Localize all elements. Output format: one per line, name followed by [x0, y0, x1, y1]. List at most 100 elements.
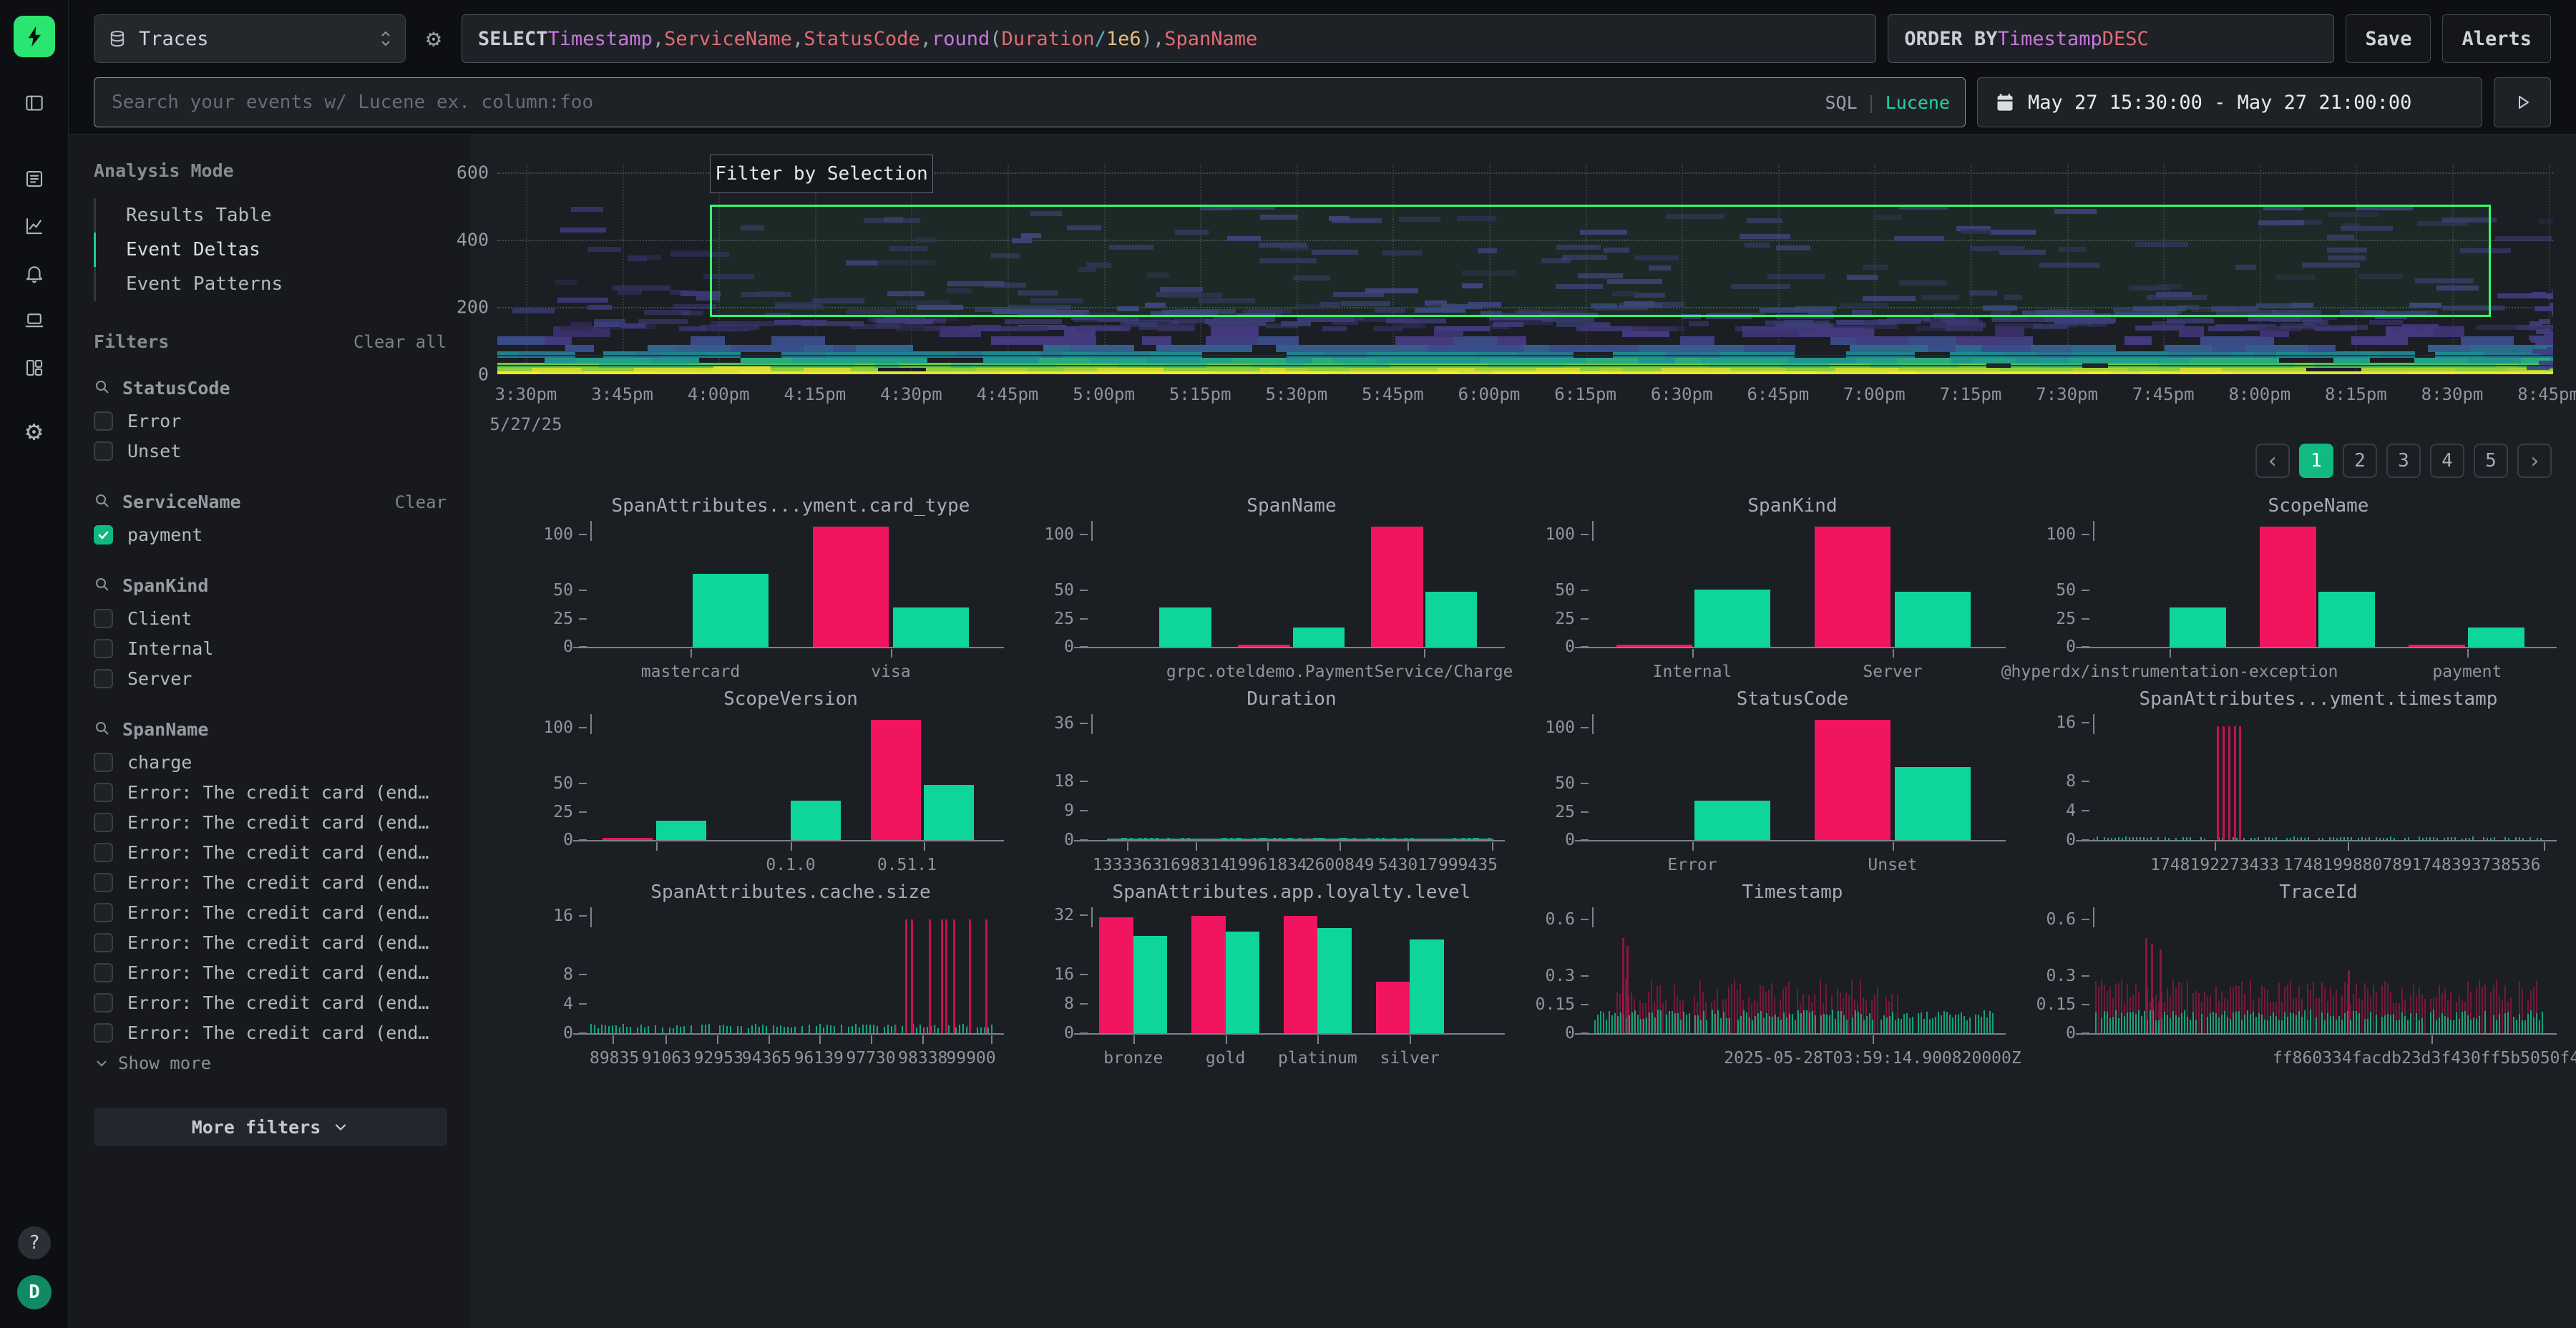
mini-chart-plot[interactable]: 00.150.30.6ff860334facdb23d3f430ff5b5050…: [2093, 912, 2544, 1033]
selection-bar[interactable]: [1616, 645, 1692, 647]
baseline-bar[interactable]: [1410, 939, 1444, 1033]
selection-bar[interactable]: [1371, 527, 1423, 647]
checkbox[interactable]: [94, 873, 113, 892]
mini-chart-plot[interactable]: 02550100@hyperdx/instrumentation-excepti…: [2093, 525, 2544, 647]
filter-item[interactable]: Error: The credit card (end…: [94, 927, 447, 957]
pagination-next-button[interactable]: ›: [2517, 444, 2552, 478]
search-icon[interactable]: [94, 720, 111, 740]
checkbox[interactable]: [94, 963, 113, 982]
bell-icon[interactable]: [17, 256, 52, 290]
search-icon[interactable]: [94, 492, 111, 512]
baseline-bar[interactable]: [1293, 628, 1345, 647]
checkbox[interactable]: [94, 843, 113, 862]
baseline-bar[interactable]: [1895, 592, 1971, 647]
hyperdx-logo[interactable]: [14, 16, 55, 57]
selection-bar[interactable]: [1815, 527, 1890, 647]
checkbox[interactable]: [94, 639, 113, 658]
order-by-input[interactable]: ORDER BY Timestamp DESC: [1888, 14, 2334, 63]
baseline-bar[interactable]: [656, 821, 706, 840]
baseline-bar[interactable]: [1895, 767, 1971, 840]
filter-item[interactable]: Error: The credit card (end…: [94, 1017, 447, 1048]
checkbox[interactable]: [94, 441, 113, 461]
baseline-bar[interactable]: [2318, 592, 2375, 647]
mini-chart-plot[interactable]: 02550100InternalServer: [1592, 525, 1993, 647]
checkbox[interactable]: [94, 753, 113, 772]
pagination-page-3[interactable]: 3: [2386, 444, 2421, 478]
filter-item[interactable]: Client: [94, 603, 447, 633]
more-filters-button[interactable]: More filters: [94, 1108, 447, 1146]
filter-item[interactable]: Internal: [94, 633, 447, 663]
filter-item[interactable]: charge: [94, 747, 447, 777]
show-more-link[interactable]: Show more: [94, 1048, 447, 1079]
filter-item[interactable]: Error: The credit card (end…: [94, 807, 447, 837]
selection-bar[interactable]: [1191, 916, 1226, 1033]
selection-bar[interactable]: [1815, 720, 1890, 840]
line-chart-icon[interactable]: [17, 209, 52, 243]
mini-chart-plot[interactable]: 0481689835910639295394365961399773098338…: [590, 912, 991, 1033]
selection-bar[interactable]: [602, 838, 653, 840]
selection-bar[interactable]: [1238, 645, 1290, 647]
heatmap-selection-region[interactable]: [710, 205, 2491, 317]
filter-item[interactable]: Server: [94, 663, 447, 693]
filter-item[interactable]: Error: The credit card (end…: [94, 987, 447, 1017]
selection-bar[interactable]: [2409, 645, 2465, 647]
checkbox[interactable]: [94, 1023, 113, 1043]
board-columns-icon[interactable]: [17, 351, 52, 385]
filter-item[interactable]: Error: The credit card (end…: [94, 897, 447, 927]
baseline-bar[interactable]: [2170, 607, 2226, 647]
filter-item[interactable]: Unset: [94, 436, 447, 466]
pagination-prev-button[interactable]: ‹: [2255, 444, 2290, 478]
selection-bar[interactable]: [1099, 917, 1133, 1033]
checkbox[interactable]: [94, 783, 113, 802]
analysis-mode-item-results-table[interactable]: Results Table: [94, 198, 472, 233]
checkbox-checked[interactable]: [94, 525, 113, 545]
pagination-page-1[interactable]: 1: [2299, 444, 2333, 478]
mini-chart-plot[interactable]: 02550100grpc.oteldemo.PaymentService/Cha…: [1091, 525, 1492, 647]
mini-chart-plot[interactable]: 0918361333363169831419961834260084954301…: [1091, 718, 1492, 840]
search-input[interactable]: [94, 77, 1966, 127]
source-select[interactable]: Traces: [94, 14, 406, 63]
selection-bar[interactable]: [1376, 982, 1410, 1033]
filter-item[interactable]: Error: The credit card (end…: [94, 837, 447, 867]
lucene-toggle[interactable]: Lucene: [1885, 92, 1950, 113]
select-query-input[interactable]: SELECT Timestamp,ServiceName,StatusCode,…: [462, 14, 1876, 63]
checkbox[interactable]: [94, 411, 113, 431]
search-icon[interactable]: [94, 576, 111, 596]
baseline-bar[interactable]: [2468, 628, 2524, 647]
save-button[interactable]: Save: [2346, 14, 2431, 63]
pagination-page-2[interactable]: 2: [2343, 444, 2377, 478]
checkbox[interactable]: [94, 669, 113, 688]
mini-chart-plot[interactable]: 025501000.1.00.51.1: [590, 718, 991, 840]
checkbox[interactable]: [94, 903, 113, 922]
panel-left-icon[interactable]: [17, 86, 52, 120]
search-icon[interactable]: [94, 379, 111, 399]
settings-gear-icon[interactable]: ⚙: [17, 414, 52, 448]
clear-all-filters-link[interactable]: Clear all: [353, 332, 447, 352]
baseline-bar[interactable]: [924, 785, 974, 840]
mini-chart-plot[interactable]: 02550100ErrorUnset: [1592, 718, 1993, 840]
filter-item[interactable]: Error: The credit card (end…: [94, 867, 447, 897]
run-query-button[interactable]: [2494, 77, 2551, 127]
checkbox[interactable]: [94, 993, 113, 1012]
baseline-bar[interactable]: [1694, 801, 1770, 840]
user-avatar[interactable]: D: [17, 1275, 52, 1309]
selection-bar[interactable]: [813, 527, 889, 647]
baseline-bar[interactable]: [1159, 607, 1211, 647]
selection-bar[interactable]: [871, 720, 921, 840]
mini-chart-plot[interactable]: 081632bronzegoldplatinumsilver: [1091, 912, 1492, 1033]
checkbox[interactable]: [94, 933, 113, 952]
filter-item[interactable]: Error: [94, 406, 447, 436]
filter-item[interactable]: Error: The credit card (end…: [94, 777, 447, 807]
time-range-picker[interactable]: May 27 15:30:00 - May 27 21:00:00: [1977, 77, 2482, 127]
sql-toggle[interactable]: SQL: [1825, 92, 1857, 113]
pagination-page-4[interactable]: 4: [2430, 444, 2464, 478]
baseline-bar[interactable]: [1317, 928, 1352, 1033]
checkbox[interactable]: [94, 609, 113, 628]
baseline-bar[interactable]: [693, 574, 769, 647]
baseline-bar[interactable]: [1425, 592, 1478, 647]
logs-icon[interactable]: [17, 162, 52, 196]
baseline-bar[interactable]: [1226, 932, 1260, 1033]
filter-by-selection-tooltip[interactable]: Filter by Selection: [710, 155, 933, 193]
selection-bar[interactable]: [1284, 916, 1318, 1033]
baseline-bar[interactable]: [893, 607, 969, 647]
